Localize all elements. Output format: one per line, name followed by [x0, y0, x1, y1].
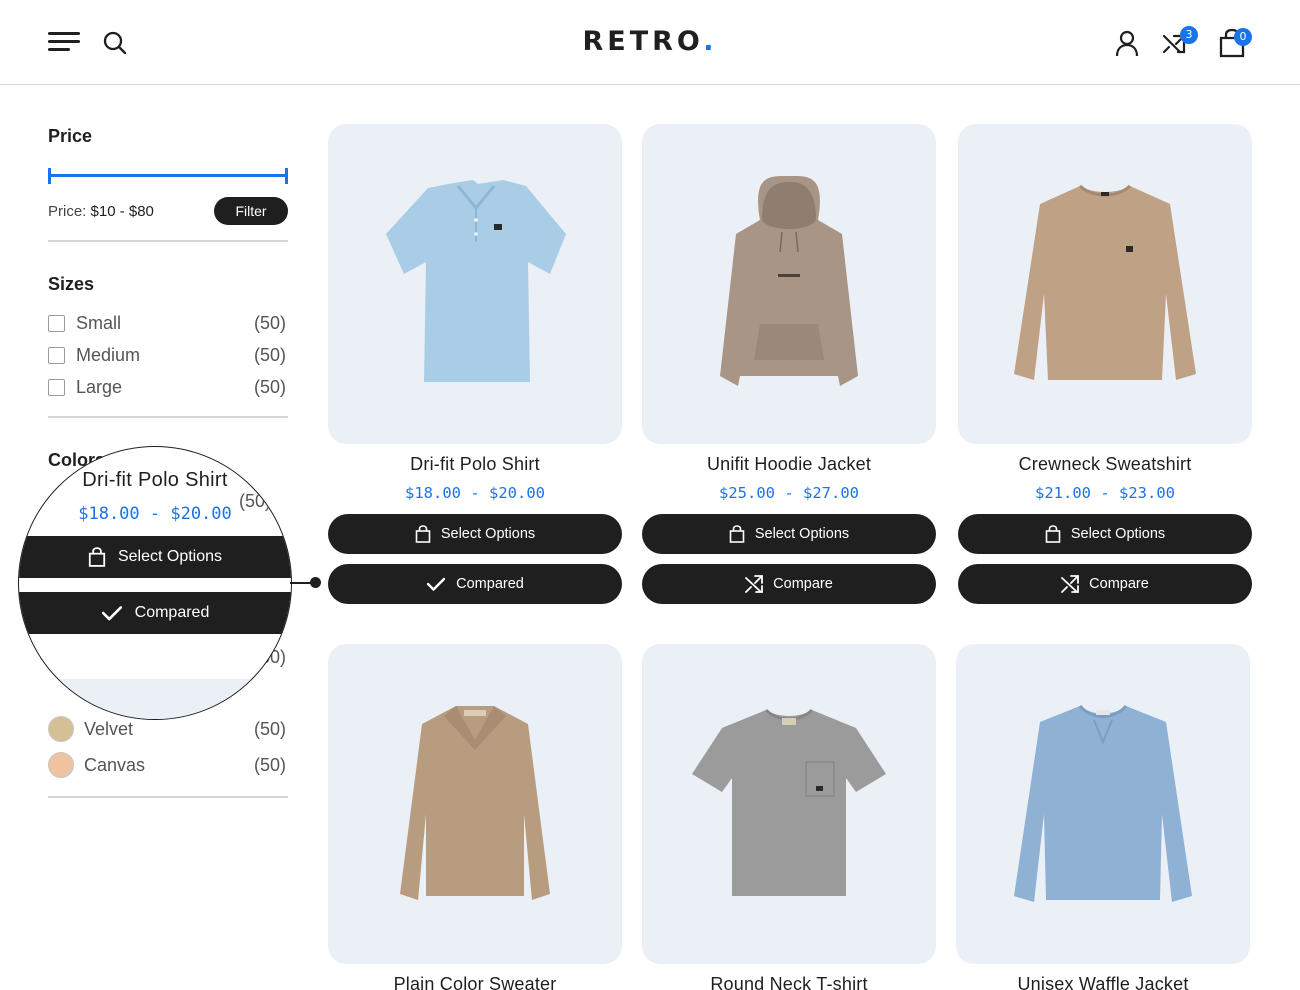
cart-icon[interactable]: 0: [1218, 28, 1252, 58]
price-range-label: Price: $10 - $80: [48, 203, 154, 220]
checkbox[interactable]: [48, 315, 65, 332]
product-name[interactable]: Unifit Hoodie Jacket: [642, 454, 936, 475]
check-icon: [101, 606, 122, 621]
divider: [48, 416, 288, 418]
color-swatch[interactable]: [48, 752, 74, 778]
checkbox[interactable]: [48, 379, 65, 396]
shuffle-icon: [745, 575, 764, 593]
sizes-filter-title: Sizes: [48, 274, 95, 294]
compare-count-badge: 3: [1180, 26, 1198, 44]
price-filter-title: Price: [48, 126, 93, 146]
product-image[interactable]: [642, 124, 936, 444]
cart-count-badge: 0: [1234, 28, 1252, 46]
bag-icon: [415, 525, 431, 543]
product-image[interactable]: [956, 644, 1250, 964]
zoom-product-price: $18.00 - $20.00: [78, 504, 232, 524]
product-image[interactable]: [328, 644, 622, 964]
product-name[interactable]: Crewneck Sweatshirt: [958, 454, 1252, 475]
range-max-handle[interactable]: [285, 168, 288, 184]
divider: [48, 796, 288, 798]
compared-button[interactable]: Compared: [328, 564, 622, 604]
compare-button[interactable]: Compare: [958, 564, 1252, 604]
product-price: $21.00 - $23.00: [1035, 484, 1175, 502]
check-icon: [426, 577, 446, 591]
select-options-button[interactable]: Select Options: [642, 514, 936, 554]
checkbox[interactable]: [48, 347, 65, 364]
select-options-button[interactable]: Select Options: [958, 514, 1252, 554]
site-header: RETRO. 3 0: [0, 0, 1300, 85]
product-image[interactable]: [958, 124, 1252, 444]
bag-icon: [1045, 525, 1061, 543]
product-price: $18.00 - $20.00: [405, 484, 545, 502]
color-option-velvet[interactable]: Velvet (50): [48, 716, 288, 744]
zoom-select-options-button: Select Options: [19, 536, 291, 578]
select-options-button[interactable]: Select Options: [328, 514, 622, 554]
zoom-compared-button: Compared: [19, 592, 291, 634]
product-image[interactable]: [328, 124, 622, 444]
zoom-product-name: Dri-fit Polo Shirt: [82, 469, 228, 491]
product-name[interactable]: Dri-fit Polo Shirt: [328, 454, 622, 475]
callout-dot: [310, 577, 321, 588]
product-price: $25.00 - $27.00: [719, 484, 859, 502]
divider: [48, 240, 288, 242]
size-option-large[interactable]: Large (50): [48, 376, 288, 400]
site-logo[interactable]: RETRO.: [0, 26, 1300, 57]
bag-icon: [88, 547, 106, 567]
product-name[interactable]: Unisex Waffle Jacket: [956, 974, 1250, 990]
zoom-background: [59, 679, 291, 719]
color-option-canvas[interactable]: Canvas (50): [48, 752, 288, 780]
bag-icon: [729, 525, 745, 543]
size-option-medium[interactable]: Medium (50): [48, 344, 288, 368]
shuffle-icon: [1061, 575, 1080, 593]
account-icon[interactable]: [1114, 28, 1144, 58]
size-option-small[interactable]: Small (50): [48, 312, 288, 336]
filter-button[interactable]: Filter: [214, 197, 288, 225]
zoom-magnifier: (50) Dri-fit Polo Shirt $18.00 - $20.00 …: [18, 446, 292, 720]
compare-button[interactable]: Compare: [642, 564, 936, 604]
color-swatch[interactable]: [48, 716, 74, 742]
range-min-handle[interactable]: [48, 168, 51, 184]
product-image[interactable]: [642, 644, 936, 964]
price-range-slider[interactable]: [48, 168, 288, 184]
product-name[interactable]: Round Neck T-shirt: [642, 974, 936, 990]
compare-icon[interactable]: 3: [1162, 26, 1198, 58]
product-name[interactable]: Plain Color Sweater: [328, 974, 622, 990]
